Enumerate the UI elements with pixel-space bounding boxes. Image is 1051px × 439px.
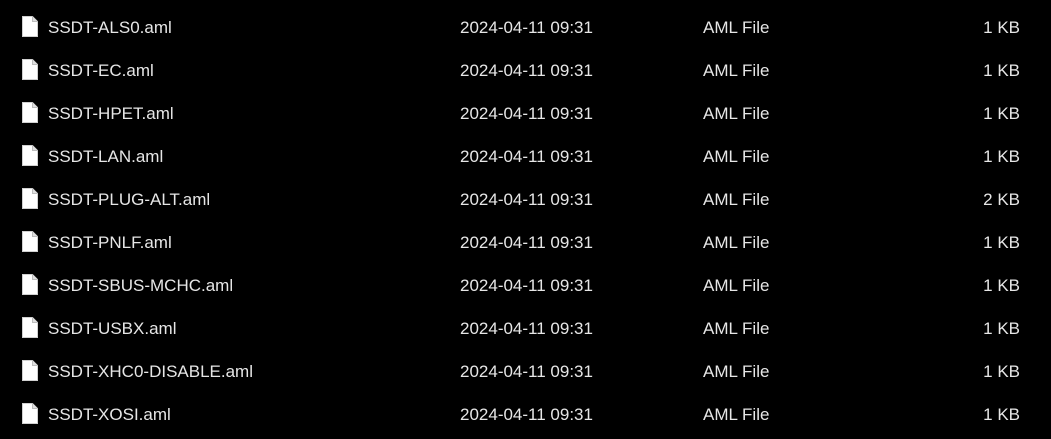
file-icon (22, 274, 38, 295)
file-date-modified: 2024-04-11 09:31 (460, 190, 593, 209)
file-name[interactable]: SSDT-XHC0-DISABLE.aml (48, 362, 253, 382)
file-type: AML File (703, 233, 770, 252)
file-name[interactable]: SSDT-HPET.aml (48, 104, 174, 124)
file-name[interactable]: SSDT-PLUG-ALT.aml (48, 190, 210, 210)
file-date-modified: 2024-04-11 09:31 (460, 104, 593, 123)
file-icon (22, 231, 38, 252)
file-date-modified: 2024-04-11 09:31 (460, 319, 593, 338)
file-size: 1 KB (983, 18, 1020, 37)
file-type: AML File (703, 61, 770, 80)
file-date-modified: 2024-04-11 09:31 (460, 233, 593, 252)
file-row[interactable]: SSDT-ALS0.aml 2024-04-11 09:31 AML File … (0, 12, 1051, 52)
file-size: 1 KB (983, 147, 1020, 166)
file-type: AML File (703, 18, 770, 37)
file-row[interactable]: SSDT-PLUG-ALT.aml 2024-04-11 09:31 AML F… (0, 184, 1051, 224)
file-type: AML File (703, 104, 770, 123)
file-row[interactable]: SSDT-XOSI.aml 2024-04-11 09:31 AML File … (0, 399, 1051, 439)
file-row[interactable]: SSDT-HPET.aml 2024-04-11 09:31 AML File … (0, 98, 1051, 138)
file-type: AML File (703, 362, 770, 381)
file-list: SSDT-ALS0.aml 2024-04-11 09:31 AML File … (0, 0, 1051, 436)
file-name[interactable]: SSDT-SBUS-MCHC.aml (48, 276, 233, 296)
file-size: 1 KB (983, 104, 1020, 123)
file-date-modified: 2024-04-11 09:31 (460, 362, 593, 381)
file-row[interactable]: SSDT-XHC0-DISABLE.aml 2024-04-11 09:31 A… (0, 356, 1051, 396)
file-icon (22, 59, 38, 80)
file-icon (22, 102, 38, 123)
file-icon (22, 360, 38, 381)
file-type: AML File (703, 276, 770, 295)
file-name[interactable]: SSDT-LAN.aml (48, 147, 163, 167)
file-icon (22, 16, 38, 37)
file-size: 1 KB (983, 319, 1020, 338)
file-size: 1 KB (983, 362, 1020, 381)
file-name[interactable]: SSDT-EC.aml (48, 61, 154, 81)
file-size: 1 KB (983, 405, 1020, 424)
file-type: AML File (703, 319, 770, 338)
file-row[interactable]: SSDT-EC.aml 2024-04-11 09:31 AML File 1 … (0, 55, 1051, 95)
file-row[interactable]: SSDT-USBX.aml 2024-04-11 09:31 AML File … (0, 313, 1051, 353)
file-date-modified: 2024-04-11 09:31 (460, 18, 593, 37)
file-type: AML File (703, 405, 770, 424)
file-type: AML File (703, 147, 770, 166)
file-date-modified: 2024-04-11 09:31 (460, 276, 593, 295)
file-row[interactable]: SSDT-LAN.aml 2024-04-11 09:31 AML File 1… (0, 141, 1051, 181)
file-date-modified: 2024-04-11 09:31 (460, 405, 593, 424)
file-name[interactable]: SSDT-PNLF.aml (48, 233, 172, 253)
file-icon (22, 317, 38, 338)
file-name[interactable]: SSDT-USBX.aml (48, 319, 176, 339)
file-size: 1 KB (983, 276, 1020, 295)
file-icon (22, 403, 38, 424)
file-size: 2 KB (983, 190, 1020, 209)
file-date-modified: 2024-04-11 09:31 (460, 61, 593, 80)
file-icon (22, 188, 38, 209)
file-date-modified: 2024-04-11 09:31 (460, 147, 593, 166)
file-name[interactable]: SSDT-ALS0.aml (48, 18, 172, 38)
file-row[interactable]: SSDT-PNLF.aml 2024-04-11 09:31 AML File … (0, 227, 1051, 267)
file-size: 1 KB (983, 61, 1020, 80)
file-icon (22, 145, 38, 166)
file-name[interactable]: SSDT-XOSI.aml (48, 405, 171, 425)
file-type: AML File (703, 190, 770, 209)
file-size: 1 KB (983, 233, 1020, 252)
file-row[interactable]: SSDT-SBUS-MCHC.aml 2024-04-11 09:31 AML … (0, 270, 1051, 310)
